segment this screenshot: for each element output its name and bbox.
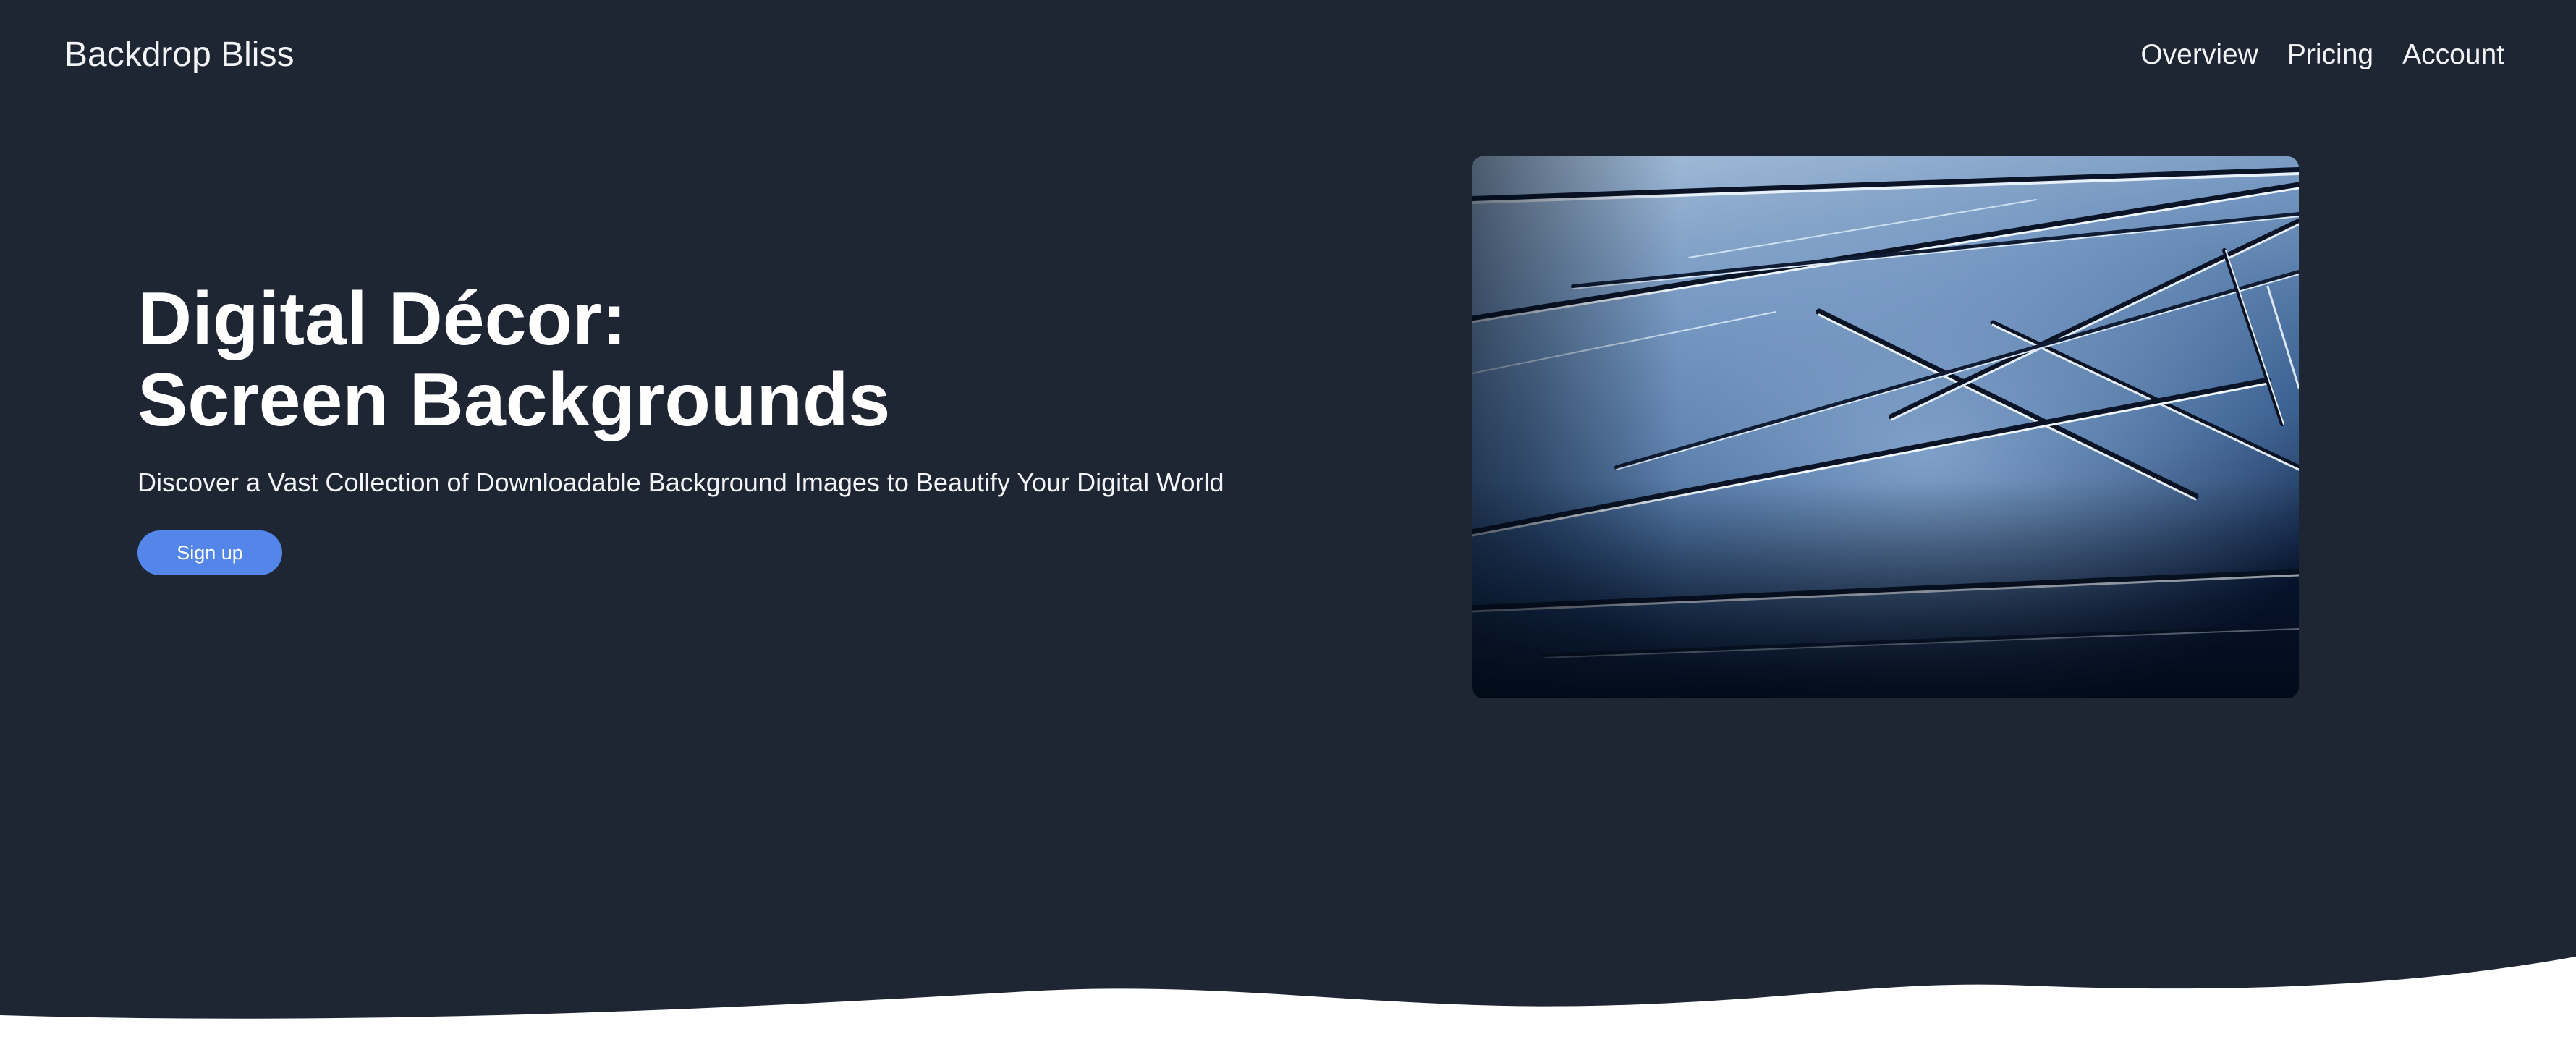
ice-texture-illustration	[1472, 156, 2299, 698]
main-nav: Overview Pricing Account	[2140, 38, 2504, 72]
nav-link-overview[interactable]: Overview	[2140, 38, 2258, 72]
hero-title: Digital Décor: Screen Backgrounds	[137, 279, 1368, 441]
nav-link-account[interactable]: Account	[2402, 38, 2504, 72]
hero-title-line-2: Screen Backgrounds	[137, 358, 891, 442]
landing-page: Backdrop Bliss Overview Pricing Account …	[0, 0, 2576, 1055]
nav-link-pricing[interactable]: Pricing	[2287, 38, 2373, 72]
hero-subtitle: Discover a Vast Collection of Downloadab…	[137, 467, 1224, 497]
hero-title-line-1: Digital Décor:	[137, 277, 627, 361]
hero-image	[1472, 156, 2299, 698]
hero-content: Digital Décor: Screen Backgrounds Discov…	[137, 279, 1368, 575]
brand-logo[interactable]: Backdrop Bliss	[64, 35, 294, 75]
top-navigation-bar: Backdrop Bliss Overview Pricing Account	[0, 0, 2576, 116]
sign-up-button[interactable]: Sign up	[137, 530, 282, 575]
